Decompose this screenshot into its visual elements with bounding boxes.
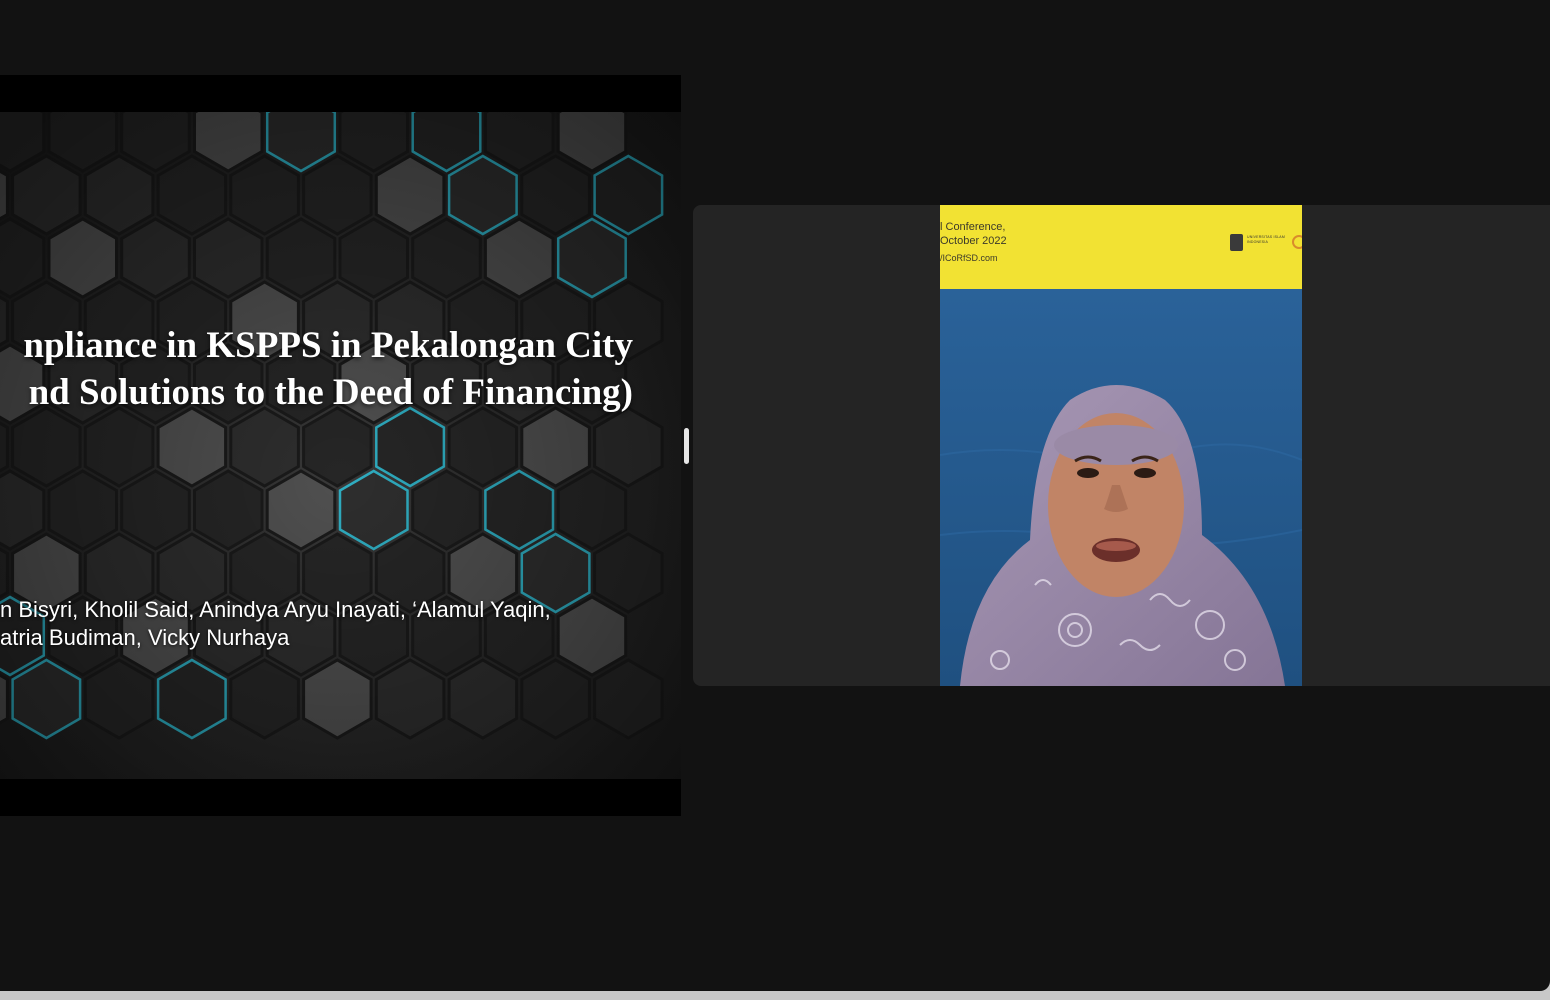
slide-title: npliance in KSPPS in Pekalongan City nd …: [23, 322, 633, 416]
slide-title-line-1: npliance in KSPPS in Pekalongan City: [23, 325, 633, 366]
window-bottom-edge: [0, 991, 1550, 1000]
presentation-slide: npliance in KSPPS in Pekalongan City nd …: [0, 112, 681, 779]
slide-authors: n Bisyri, Kholil Said, Anindya Aryu Inay…: [0, 596, 551, 652]
participant-video-feed: l Conference, October 2022 /ICoRfSD.com …: [940, 205, 1302, 686]
slide-authors-line-1: n Bisyri, Kholil Said, Anindya Aryu Inay…: [0, 597, 551, 622]
resize-handle[interactable]: [684, 428, 689, 464]
participant-video-tile[interactable]: l Conference, October 2022 /ICoRfSD.com …: [693, 205, 1550, 686]
slide-title-line-2: nd Solutions to the Deed of Financing): [28, 372, 633, 413]
hexagon-background: [0, 112, 681, 779]
window-corner: [1540, 981, 1550, 991]
speaker-portrait: [940, 289, 1302, 686]
slide-authors-line-2: atria Budiman, Vicky Nurhaya: [0, 625, 290, 650]
screen-share-panel: npliance in KSPPS in Pekalongan City nd …: [0, 75, 681, 816]
